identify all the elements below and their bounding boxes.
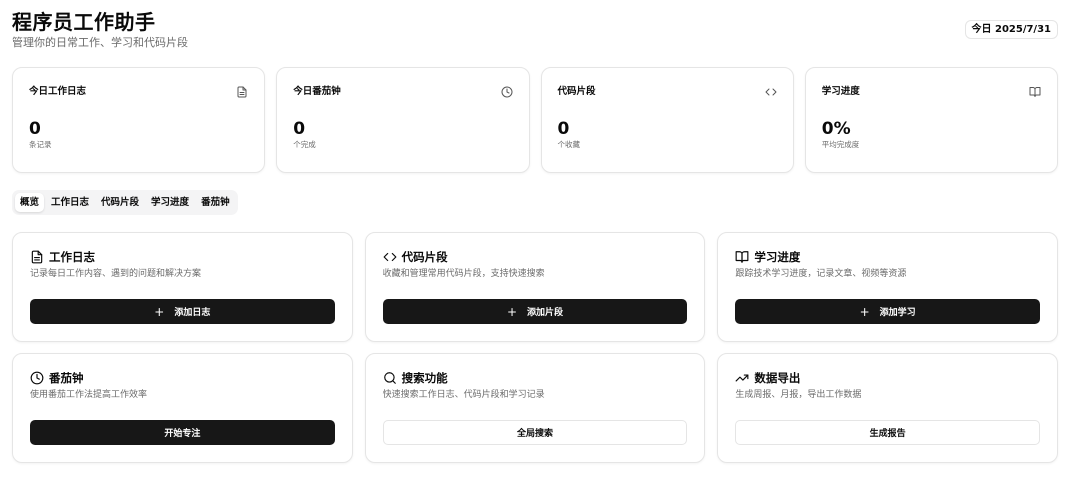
- stat-value: 0%: [821, 119, 851, 139]
- search-icon: [383, 371, 397, 385]
- feature-desc: 记录每日工作内容、遇到的问题和解决方案: [30, 269, 202, 279]
- date-badge: 今日 2025/7/31: [964, 20, 1058, 39]
- file-text-icon: [30, 250, 44, 264]
- feature-desc: 生成周报、月报，导出工作数据: [735, 390, 862, 400]
- start-focus-button[interactable]: 开始专注: [30, 420, 335, 445]
- button-label: 添加日志: [174, 308, 211, 318]
- generate-report-button[interactable]: 生成报告: [735, 420, 1040, 445]
- stat-card-work-log: 今日工作日志 0 条记录: [12, 67, 266, 173]
- stat-unit: 个完成: [293, 140, 316, 149]
- add-snippet-button[interactable]: + 添加片段: [382, 299, 688, 324]
- stat-label: 今日工作日志: [29, 86, 87, 97]
- stat-card-pomodoro: 今日番茄钟 0 个完成: [276, 67, 530, 173]
- clock-icon: [30, 371, 44, 385]
- tab-work-log[interactable]: 工作日志: [46, 193, 94, 212]
- stat-card-snippets: 代码片段 0 个收藏: [540, 67, 794, 173]
- plus-icon: +: [506, 304, 518, 319]
- button-label: 添加片段: [527, 308, 564, 318]
- stat-unit: 条记录: [29, 140, 52, 149]
- feature-desc: 快速搜索工作日志、代码片段和学习记录: [382, 390, 545, 400]
- feature-card-pomodoro: 番茄钟 使用番茄工作法提高工作效率 开始专注: [12, 353, 353, 463]
- stat-label: 代码片段: [557, 86, 596, 97]
- button-label: 全局搜索: [516, 429, 553, 439]
- feature-title: 搜索功能: [401, 371, 448, 385]
- global-search-button[interactable]: 全局搜索: [382, 420, 688, 445]
- stat-value: 0: [293, 119, 306, 139]
- file-text-icon: [236, 86, 248, 98]
- stat-card-learning: 学习进度 0% 平均完成度: [804, 67, 1058, 173]
- add-learning-button[interactable]: + 添加学习: [735, 299, 1040, 324]
- plus-icon: +: [154, 304, 165, 319]
- clock-icon: [501, 86, 513, 98]
- feature-card-export: 数据导出 生成周报、月报，导出工作数据 生成报告: [717, 353, 1058, 463]
- tab-overview[interactable]: 概览: [15, 193, 45, 212]
- code-icon: [383, 250, 397, 264]
- trending-up-icon: [735, 371, 749, 385]
- tab-bar: 概览 工作日志 代码片段 学习进度 番茄钟: [12, 190, 238, 215]
- button-label: 生成报告: [869, 429, 906, 439]
- stat-value: 0: [557, 119, 570, 139]
- code-icon: [765, 86, 777, 98]
- feature-desc: 使用番茄工作法提高工作效率: [30, 390, 148, 400]
- feature-title: 番茄钟: [49, 371, 84, 385]
- feature-desc: 跟踪技术学习进度，记录文章、视频等资源: [735, 269, 907, 279]
- feature-title: 学习进度: [754, 250, 801, 264]
- tab-pomodoro[interactable]: 番茄钟: [196, 193, 235, 212]
- button-label: 开始专注: [164, 429, 201, 439]
- feature-card-snippets: 代码片段 收藏和管理常用代码片段，支持快速搜索 + 添加片段: [364, 232, 706, 342]
- feature-card-search: 搜索功能 快速搜索工作日志、代码片段和学习记录 全局搜索: [364, 353, 706, 463]
- app-title: 程序员工作助手: [12, 10, 156, 34]
- tab-snippets[interactable]: 代码片段: [96, 193, 144, 212]
- stat-unit: 平均完成度: [821, 140, 860, 149]
- book-open-icon: [735, 250, 749, 264]
- add-log-button[interactable]: + 添加日志: [30, 299, 335, 324]
- feature-title: 工作日志: [49, 250, 95, 264]
- stat-label: 今日番茄钟: [293, 86, 341, 97]
- plus-icon: +: [859, 304, 870, 319]
- button-label: 添加学习: [879, 308, 916, 318]
- feature-card-learning: 学习进度 跟踪技术学习进度，记录文章、视频等资源 + 添加学习: [717, 232, 1058, 342]
- feature-title: 代码片段: [401, 250, 448, 264]
- feature-card-work-log: 工作日志 记录每日工作内容、遇到的问题和解决方案 + 添加日志: [12, 232, 353, 342]
- book-open-icon: [1029, 86, 1041, 98]
- stats-row: 今日工作日志 0 条记录 今日番茄钟 0 个完成 代码片段 0 个收藏 学习进度…: [12, 67, 1058, 173]
- feature-title: 数据导出: [754, 371, 801, 385]
- stat-value: 0: [29, 119, 41, 139]
- feature-desc: 收藏和管理常用代码片段，支持快速搜索: [382, 269, 545, 279]
- stat-unit: 个收藏: [557, 140, 581, 149]
- feature-grid: 工作日志 记录每日工作内容、遇到的问题和解决方案 + 添加日志 代码片段 收藏和…: [12, 232, 1058, 463]
- stat-label: 学习进度: [821, 86, 860, 97]
- app-subtitle: 管理你的日常工作、学习和代码片段: [12, 36, 188, 49]
- tab-learning[interactable]: 学习进度: [146, 193, 194, 212]
- page-header: 程序员工作助手 管理你的日常工作、学习和代码片段 今日 2025/7/31: [12, 9, 1058, 55]
